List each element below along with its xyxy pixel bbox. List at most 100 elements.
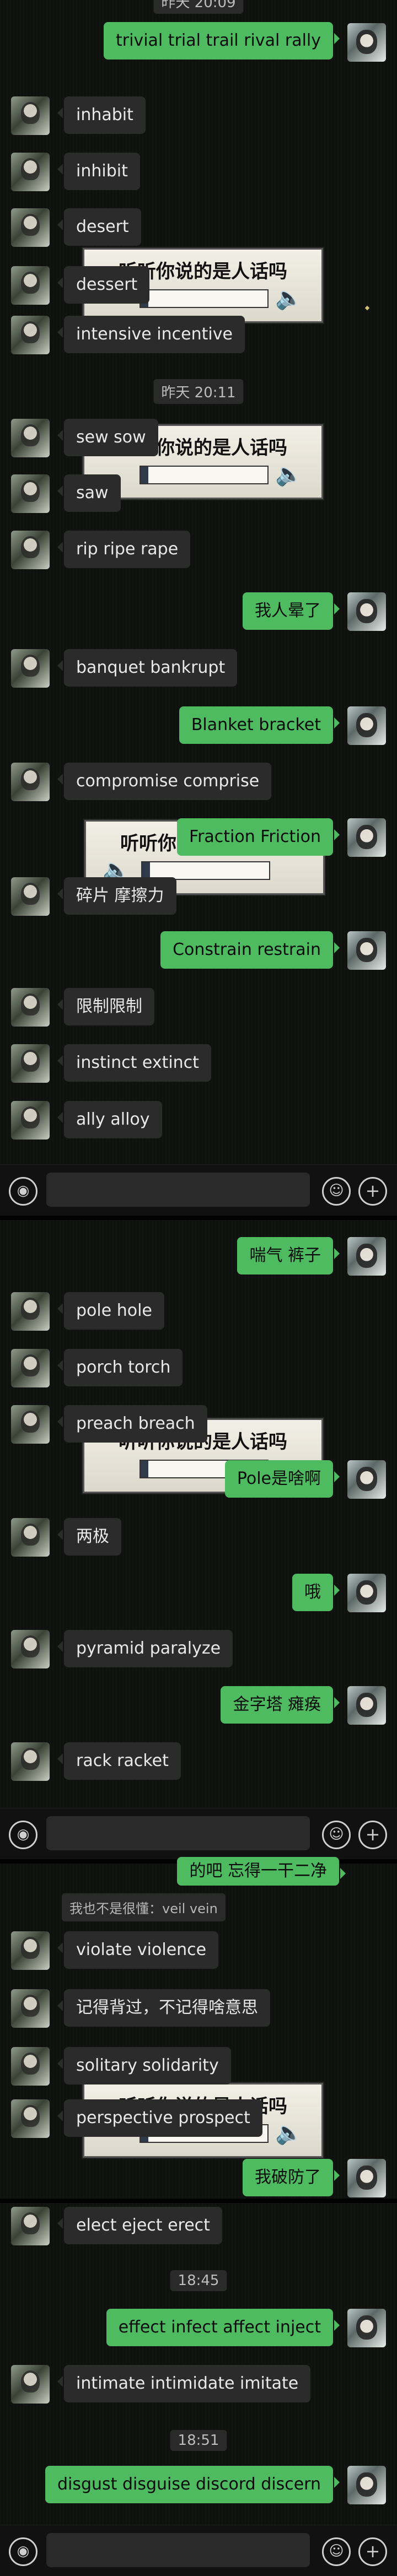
message-bubble[interactable]: 两极 bbox=[57, 1518, 121, 1556]
avatar[interactable] bbox=[11, 1989, 50, 2028]
avatar[interactable] bbox=[347, 818, 386, 857]
message-bubble[interactable]: Constrain restrain bbox=[160, 931, 340, 969]
avatar[interactable] bbox=[11, 153, 50, 191]
message-bubble[interactable]: 我人晕了 bbox=[243, 592, 340, 630]
chat-input-bar: ◉ ☺ + bbox=[0, 2525, 397, 2576]
message-bubble[interactable]: violate violence bbox=[57, 1931, 219, 1969]
avatar[interactable] bbox=[11, 649, 50, 688]
plus-icon[interactable]: + bbox=[358, 1821, 387, 1849]
avatar[interactable] bbox=[11, 266, 50, 305]
message-bubble[interactable]: 记得背过，不记得啥意思 bbox=[57, 1989, 270, 2027]
plus-icon[interactable]: + bbox=[358, 1177, 387, 1206]
message-bubble[interactable]: instinct extinct bbox=[57, 1044, 211, 1082]
voice-icon[interactable]: ◉ bbox=[9, 2537, 37, 2566]
message-input[interactable] bbox=[46, 1173, 310, 1207]
avatar[interactable] bbox=[11, 1349, 50, 1387]
avatar[interactable] bbox=[11, 2207, 50, 2245]
avatar[interactable] bbox=[11, 877, 50, 916]
avatar[interactable] bbox=[11, 988, 50, 1027]
message-bubble[interactable]: compromise comprise bbox=[57, 763, 272, 800]
avatar[interactable] bbox=[347, 1460, 386, 1499]
message-input[interactable] bbox=[46, 1816, 310, 1850]
avatar[interactable] bbox=[347, 2466, 386, 2504]
message-bubble[interactable]: rip ripe rape bbox=[57, 531, 191, 568]
plus-icon[interactable]: + bbox=[358, 2537, 387, 2566]
message-bubble[interactable]: pole hole bbox=[57, 1292, 164, 1330]
emoji-icon[interactable]: ☺ bbox=[322, 1177, 351, 1206]
avatar[interactable] bbox=[347, 2159, 386, 2197]
avatar[interactable] bbox=[11, 1101, 50, 1140]
avatar[interactable] bbox=[11, 763, 50, 801]
mouse-cursor bbox=[364, 305, 370, 311]
message-bubble[interactable]: elect eject erect bbox=[57, 2207, 222, 2244]
message-bubble[interactable]: 我破防了 bbox=[243, 2159, 340, 2196]
message-bubble[interactable]: 喘气 裤子 bbox=[237, 1237, 340, 1275]
message-bubble[interactable]: intensive incentive bbox=[57, 316, 245, 353]
avatar[interactable] bbox=[11, 2365, 50, 2404]
avatar[interactable] bbox=[11, 531, 50, 569]
message-bubble[interactable]: disgust disguise discord discern bbox=[45, 2466, 340, 2503]
avatar[interactable] bbox=[347, 23, 386, 62]
avatar[interactable] bbox=[347, 1237, 386, 1276]
avatar[interactable] bbox=[347, 706, 386, 745]
avatar[interactable] bbox=[11, 2047, 50, 2086]
avatar[interactable] bbox=[11, 1044, 50, 1083]
message-bubble[interactable]: effect infect affect inject bbox=[106, 2309, 340, 2346]
avatar[interactable] bbox=[347, 2309, 386, 2347]
avatar[interactable] bbox=[347, 1574, 386, 1612]
message-bubble[interactable]: Fraction Friction bbox=[177, 818, 340, 856]
speaker-icon[interactable]: 🔈 bbox=[275, 285, 303, 311]
avatar[interactable] bbox=[11, 316, 50, 354]
message-bubble[interactable]: solitary solidarity bbox=[57, 2047, 231, 2084]
avatar[interactable] bbox=[11, 1405, 50, 1444]
message-input[interactable] bbox=[46, 2533, 310, 2567]
message-bubble[interactable]: dessert bbox=[57, 266, 150, 304]
quoted-reply[interactable]: 我也不是很懂：veil vein bbox=[62, 1893, 226, 1921]
avatar[interactable] bbox=[11, 1931, 50, 1970]
avatar[interactable] bbox=[11, 1518, 50, 1557]
message-bubble[interactable]: ally alloy bbox=[57, 1101, 162, 1138]
avatar[interactable] bbox=[347, 931, 386, 970]
timestamp: 18:51 bbox=[170, 2430, 227, 2451]
avatar[interactable] bbox=[11, 2099, 50, 2138]
message-bubble[interactable]: desert bbox=[57, 208, 141, 246]
message-bubble[interactable]: porch torch bbox=[57, 1349, 183, 1386]
message-bubble[interactable]: 限制限制 bbox=[57, 988, 154, 1025]
message-bubble[interactable]: saw bbox=[57, 474, 121, 512]
message-bubble[interactable]: inhabit bbox=[57, 96, 146, 134]
avatar[interactable] bbox=[11, 208, 50, 247]
message-bubble[interactable]: rack racket bbox=[57, 1742, 181, 1780]
chat-screenshot: 昨天 20:09 trivial trial trail rival rally… bbox=[0, 0, 397, 2576]
message-bubble[interactable]: banquet bankrupt bbox=[57, 649, 238, 687]
avatar[interactable] bbox=[11, 1742, 50, 1781]
message-bubble[interactable]: 碎片 摩擦力 bbox=[57, 877, 176, 915]
speaker-icon[interactable]: 🔈 bbox=[275, 461, 303, 487]
message-bubble[interactable]: Pole是啥啊 bbox=[224, 1460, 340, 1498]
progress-bar[interactable] bbox=[140, 289, 269, 308]
message-bubble[interactable]: Blanket bracket bbox=[179, 706, 340, 744]
message-bubble[interactable]: inhibit bbox=[57, 153, 140, 190]
avatar[interactable] bbox=[11, 419, 50, 457]
avatar[interactable] bbox=[11, 1292, 50, 1331]
avatar[interactable] bbox=[11, 1630, 50, 1668]
message-bubble[interactable]: perspective prospect bbox=[57, 2099, 262, 2137]
message-bubble[interactable]: 哦 bbox=[292, 1574, 340, 1611]
avatar[interactable] bbox=[11, 474, 50, 513]
avatar[interactable] bbox=[347, 592, 386, 631]
progress-bar[interactable] bbox=[140, 466, 269, 484]
message-bubble[interactable]: 金字塔 瘫痪 bbox=[221, 1686, 340, 1724]
emoji-icon[interactable]: ☺ bbox=[322, 2537, 351, 2566]
voice-icon[interactable]: ◉ bbox=[9, 1821, 37, 1849]
avatar[interactable] bbox=[347, 1686, 386, 1725]
emoji-icon[interactable]: ☺ bbox=[322, 1821, 351, 1849]
message-bubble[interactable]: intimate intimidate imitate bbox=[57, 2365, 311, 2402]
avatar[interactable] bbox=[11, 96, 50, 135]
message-bubble[interactable]: sew sow bbox=[57, 419, 158, 456]
screenshot-divider bbox=[0, 2199, 397, 2203]
message-bubble[interactable]: 的吧 忘得一干二净 bbox=[177, 1857, 346, 1886]
voice-icon[interactable]: ◉ bbox=[9, 1177, 37, 1206]
message-bubble[interactable]: pyramid paralyze bbox=[57, 1630, 233, 1667]
speaker-icon[interactable]: 🔈 bbox=[275, 2120, 303, 2146]
message-bubble[interactable]: preach breach bbox=[57, 1405, 207, 1443]
message-bubble[interactable]: trivial trial trail rival rally bbox=[104, 22, 340, 60]
